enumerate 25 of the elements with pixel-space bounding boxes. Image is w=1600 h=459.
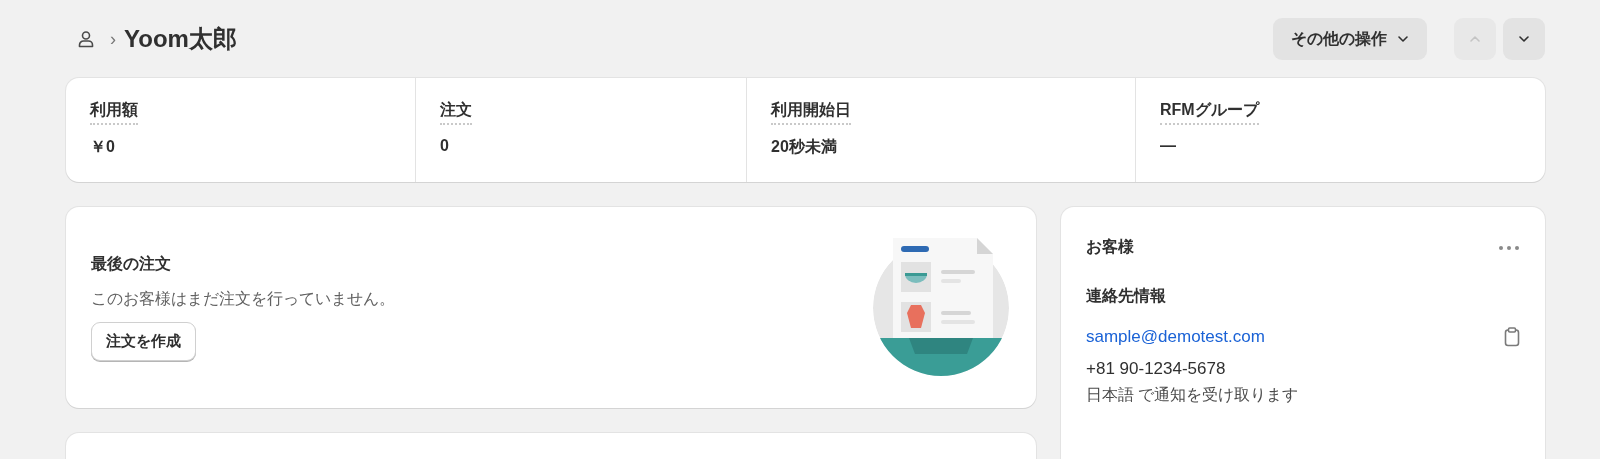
more-icon[interactable] <box>1498 244 1520 251</box>
notification-language: 日本語 で通知を受け取ります <box>1086 385 1299 405</box>
stat-value: — <box>1160 137 1176 155</box>
card-title: 最後の注文 <box>91 254 171 274</box>
clipboard-icon[interactable] <box>1504 327 1520 347</box>
chevron-down-icon <box>1518 33 1530 45</box>
stat-value: 0 <box>440 137 449 155</box>
stat-label[interactable]: RFMグループ <box>1160 100 1259 125</box>
stat-label[interactable]: 利用額 <box>90 100 138 125</box>
breadcrumb-separator: › <box>110 28 116 50</box>
stat-label[interactable]: 利用開始日 <box>771 100 851 125</box>
empty-message: このお客様はまだ注文を行っていません。 <box>91 289 395 309</box>
email-link[interactable]: sample@demotest.com <box>1086 327 1265 347</box>
more-actions-button[interactable]: その他の操作 <box>1273 18 1427 60</box>
create-order-button[interactable]: 注文を作成 <box>91 322 196 361</box>
stat-label[interactable]: 注文 <box>440 100 472 125</box>
stat-value: 20秒未満 <box>771 137 837 157</box>
card-title: お客様 <box>1086 237 1134 257</box>
phone-number: +81 90-1234-5678 <box>1086 359 1226 379</box>
chevron-down-icon <box>1397 33 1409 45</box>
customer-name: Yoom太郎 <box>124 24 237 54</box>
stat-value: ￥0 <box>90 137 115 157</box>
person-icon[interactable] <box>76 29 96 49</box>
chevron-up-icon <box>1469 33 1481 45</box>
contact-heading: 連絡先情報 <box>1086 286 1166 306</box>
